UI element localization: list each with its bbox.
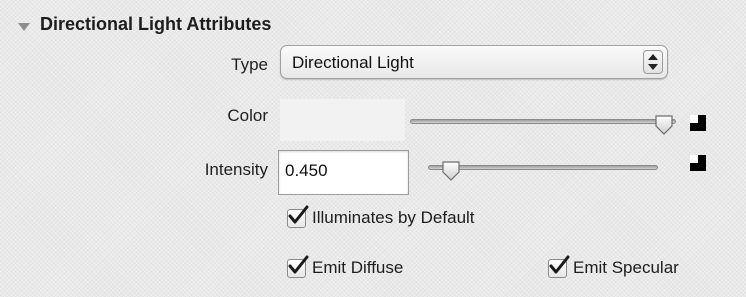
- color-label: Color: [227, 106, 268, 125]
- checkmark-icon: [288, 255, 309, 273]
- type-select-value: Directional Light: [292, 53, 414, 72]
- emit-specular-checkbox-row[interactable]: Emit Specular: [548, 255, 679, 278]
- intensity-slider-track[interactable]: [428, 165, 658, 170]
- illuminates-by-default-checkbox-row[interactable]: Illuminates by Default: [287, 205, 475, 228]
- color-slider-track[interactable]: [410, 119, 676, 124]
- type-label: Type: [231, 55, 268, 74]
- checker-map-icon[interactable]: [690, 155, 706, 171]
- emit-specular-checkbox[interactable]: [548, 255, 570, 278]
- section-title: Directional Light Attributes: [40, 14, 272, 34]
- emit-specular-label: Emit Specular: [573, 258, 679, 277]
- disclosure-triangle-icon[interactable]: [18, 22, 30, 31]
- illuminates-by-default-label: Illuminates by Default: [312, 208, 475, 227]
- checkmark-icon: [288, 205, 309, 223]
- emit-diffuse-checkbox-row[interactable]: Emit Diffuse: [287, 255, 404, 278]
- intensity-label: Intensity: [204, 160, 268, 179]
- section-header[interactable]: Directional Light Attributes: [18, 14, 271, 35]
- intensity-slider-thumb[interactable]: [441, 160, 461, 182]
- checkmark-icon: [549, 255, 570, 273]
- emit-diffuse-label: Emit Diffuse: [312, 258, 404, 277]
- emit-diffuse-checkbox[interactable]: [287, 255, 309, 278]
- intensity-field[interactable]: 0.450: [278, 150, 409, 195]
- color-slider-thumb[interactable]: [654, 114, 674, 136]
- type-select[interactable]: Directional Light: [280, 45, 668, 79]
- illuminates-by-default-checkbox[interactable]: [287, 205, 309, 228]
- up-down-arrows-icon[interactable]: [643, 50, 663, 74]
- color-well[interactable]: [280, 99, 405, 141]
- checker-map-icon[interactable]: [690, 115, 706, 131]
